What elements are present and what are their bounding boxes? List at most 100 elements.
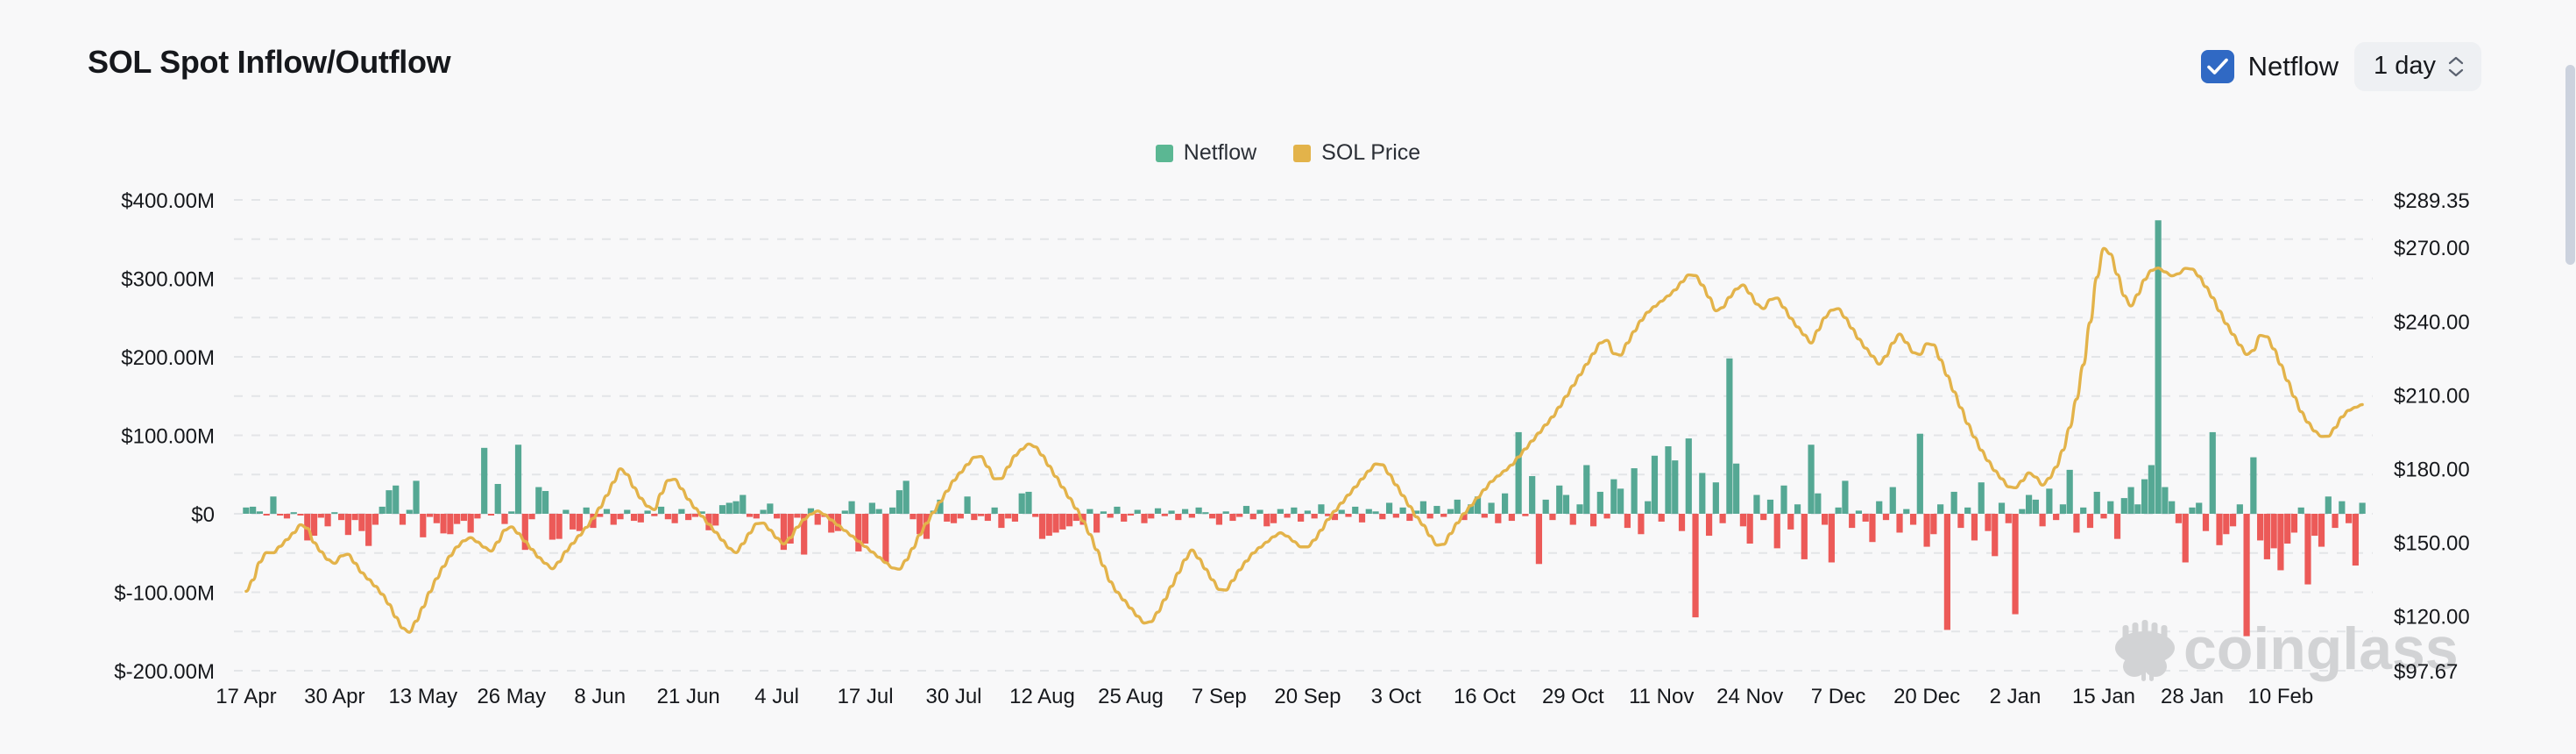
chart-svg[interactable]: coinglass$400.00M$300.00M$200.00M$100.00… [0, 171, 2576, 715]
netflow-bar[interactable] [495, 484, 501, 514]
netflow-bar[interactable] [2176, 514, 2182, 523]
netflow-bar[interactable] [944, 514, 950, 522]
netflow-bar[interactable] [318, 514, 324, 517]
netflow-bar[interactable] [889, 508, 895, 514]
netflow-bar[interactable] [1516, 432, 1522, 514]
netflow-bar[interactable] [1420, 501, 1426, 514]
netflow-bar[interactable] [1753, 495, 1759, 514]
netflow-bar[interactable] [1175, 514, 1181, 520]
netflow-bar[interactable] [2271, 514, 2277, 548]
netflow-bar[interactable] [971, 514, 977, 520]
netflow-bar[interactable] [297, 514, 303, 516]
netflow-bar[interactable] [1093, 514, 1100, 532]
netflow-bar[interactable] [1863, 514, 1869, 522]
netflow-bar[interactable] [862, 514, 868, 544]
netflow-bar[interactable] [1787, 514, 1794, 530]
netflow-bar[interactable] [2087, 514, 2093, 528]
netflow-bar[interactable] [365, 514, 372, 546]
netflow-bar[interactable] [1645, 501, 1651, 514]
netflow-bar[interactable] [454, 514, 460, 524]
netflow-bar[interactable] [754, 514, 760, 518]
netflow-bar[interactable] [1944, 514, 1950, 630]
netflow-bar[interactable] [420, 514, 426, 537]
netflow-bar[interactable] [1250, 514, 1256, 519]
netflow-bar[interactable] [732, 501, 739, 514]
netflow-bar[interactable] [1121, 514, 1127, 522]
netflow-bar[interactable] [2183, 514, 2189, 562]
netflow-bar[interactable] [400, 514, 406, 525]
netflow-bar[interactable] [331, 512, 337, 514]
netflow-bar[interactable] [501, 514, 507, 524]
netflow-bar[interactable] [1706, 514, 1712, 536]
netflow-bar[interactable] [2127, 487, 2134, 514]
netflow-bar[interactable] [1767, 500, 1773, 514]
netflow-bar[interactable] [1529, 476, 1535, 514]
netflow-bar[interactable] [352, 514, 358, 520]
netflow-bar[interactable] [1937, 504, 1943, 514]
netflow-bar[interactable] [1679, 514, 1685, 531]
netflow-bar[interactable] [597, 514, 603, 517]
chart-plot-area[interactable]: coinglass$400.00M$300.00M$200.00M$100.00… [0, 171, 2576, 715]
netflow-checkbox[interactable] [2201, 50, 2234, 83]
netflow-bar[interactable] [1652, 456, 1658, 514]
netflow-bar[interactable] [1985, 514, 1991, 531]
netflow-bar[interactable] [535, 487, 541, 514]
netflow-bar[interactable] [2134, 504, 2141, 514]
netflow-bar[interactable] [658, 507, 664, 514]
netflow-bar[interactable] [2169, 501, 2175, 514]
netflow-bar[interactable] [1760, 514, 1766, 520]
netflow-bar[interactable] [2026, 495, 2032, 514]
netflow-bar[interactable] [1345, 514, 1351, 517]
netflow-bar[interactable] [393, 486, 399, 514]
netflow-bar[interactable] [481, 448, 487, 514]
netflow-bar[interactable] [2012, 514, 2018, 615]
netflow-bar[interactable] [1713, 482, 1719, 514]
netflow-bar[interactable] [1229, 514, 1235, 521]
netflow-bar[interactable] [1603, 514, 1610, 518]
netflow-bar[interactable] [964, 496, 970, 514]
netflow-bar[interactable] [556, 514, 563, 539]
netflow-bar[interactable] [1971, 514, 1978, 540]
netflow-bar[interactable] [1482, 514, 1488, 517]
netflow-bar[interactable] [2141, 480, 2148, 514]
netflow-bar[interactable] [1659, 514, 1665, 522]
netflow-bar[interactable] [1216, 514, 1222, 525]
netflow-bar[interactable] [1298, 514, 1304, 522]
netflow-bar[interactable] [1726, 359, 1732, 514]
netflow-bar[interactable] [1978, 482, 1985, 514]
netflow-bar[interactable] [2053, 514, 2059, 520]
netflow-bar[interactable] [461, 514, 467, 521]
netflow-bar[interactable] [1672, 460, 1678, 514]
netflow-bar[interactable] [1836, 508, 1842, 514]
netflow-bar[interactable] [1822, 514, 1828, 525]
netflow-bar[interactable] [2284, 514, 2290, 544]
netflow-bar[interactable] [1352, 507, 1358, 514]
netflow-bar[interactable] [869, 502, 875, 514]
netflow-bar[interactable] [1665, 446, 1671, 514]
netflow-bar[interactable] [1890, 487, 1896, 514]
netflow-bar[interactable] [1692, 514, 1698, 617]
netflow-bar[interactable] [876, 509, 882, 514]
netflow-bar[interactable] [617, 514, 623, 519]
netflow-bar[interactable] [774, 514, 780, 518]
netflow-bar[interactable] [2148, 466, 2155, 514]
netflow-bar[interactable] [2277, 514, 2283, 570]
netflow-bar[interactable] [250, 507, 256, 514]
netflow-bar[interactable] [1509, 514, 1515, 521]
netflow-bar[interactable] [692, 514, 698, 517]
netflow-bar[interactable] [1162, 514, 1168, 516]
netflow-bar[interactable] [372, 514, 379, 525]
netflow-bar[interactable] [1999, 502, 2005, 514]
netflow-bar[interactable] [685, 514, 691, 520]
netflow-bar[interactable] [958, 514, 964, 518]
netflow-bar[interactable] [1842, 480, 1848, 514]
netflow-bar[interactable] [2100, 514, 2106, 518]
netflow-bar[interactable] [1930, 514, 1936, 534]
netflow-bar[interactable] [2080, 508, 2086, 514]
netflow-bar[interactable] [427, 514, 433, 517]
netflow-bar[interactable] [998, 514, 1004, 528]
netflow-bar[interactable] [508, 511, 514, 514]
netflow-bar[interactable] [549, 514, 556, 540]
netflow-bar[interactable] [1209, 514, 1215, 518]
netflow-bar[interactable] [1236, 514, 1242, 517]
